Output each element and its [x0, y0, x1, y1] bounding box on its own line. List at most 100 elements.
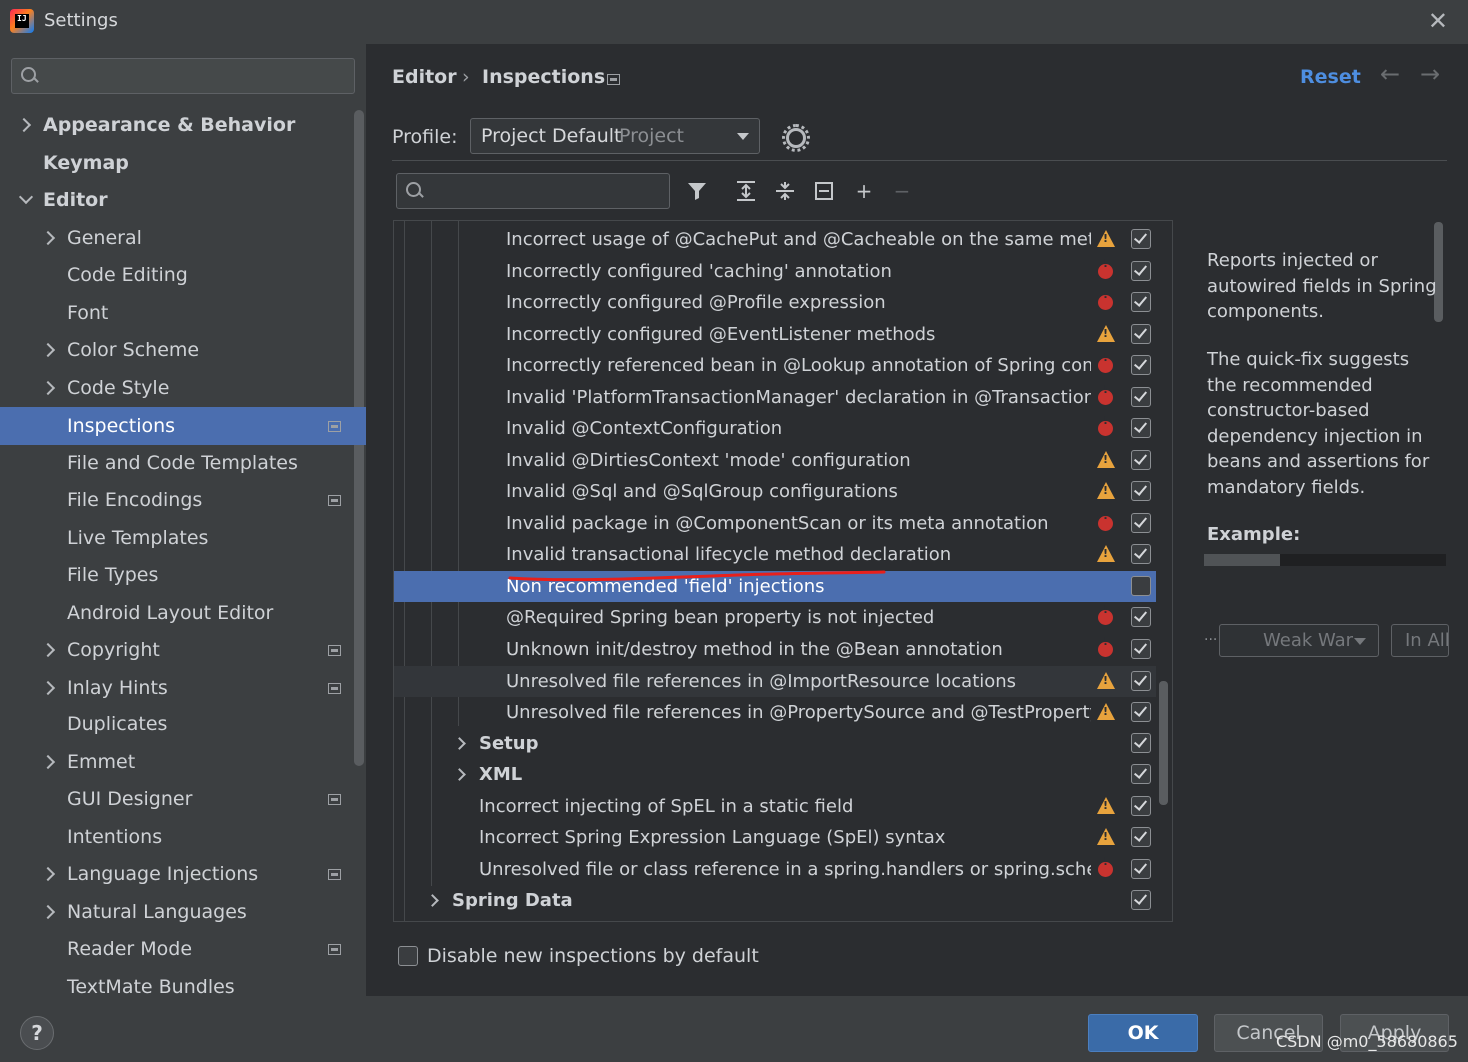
- inspection-group-row[interactable]: Setup: [394, 728, 1156, 759]
- filter-icon[interactable]: [686, 180, 708, 202]
- disable-new-inspections-checkbox[interactable]: [398, 946, 418, 966]
- sidebar-item-file-types[interactable]: File Types: [0, 556, 366, 594]
- sidebar-item-duplicates[interactable]: Duplicates: [0, 705, 366, 743]
- inspection-row[interactable]: Incorrect Spring Expression Language (Sp…: [394, 822, 1156, 853]
- inspection-checkbox[interactable]: [1131, 859, 1151, 879]
- inspection-checkbox[interactable]: [1131, 639, 1151, 659]
- inspection-checkbox[interactable]: [1131, 827, 1151, 847]
- sidebar-item-editor[interactable]: Editor: [0, 181, 366, 219]
- inspection-group-row[interactable]: XML: [394, 759, 1156, 790]
- inspection-checkbox[interactable]: [1131, 607, 1151, 627]
- inspection-row[interactable]: Invalid 'PlatformTransactionManager' dec…: [394, 382, 1156, 413]
- sidebar-item-color-scheme[interactable]: Color Scheme: [0, 331, 366, 369]
- inspection-row[interactable]: Incorrect injecting of SpEL in a static …: [394, 791, 1156, 822]
- inspection-checkbox[interactable]: [1131, 355, 1151, 375]
- forward-arrow-icon[interactable]: →: [1420, 60, 1440, 88]
- inspection-checkbox[interactable]: [1131, 702, 1151, 722]
- inspection-checkbox[interactable]: [1131, 890, 1151, 910]
- sidebar-item-inspections[interactable]: Inspections: [0, 407, 366, 445]
- inspection-row[interactable]: Unresolved file references in @ImportRes…: [394, 666, 1156, 697]
- inspection-checkbox[interactable]: [1131, 261, 1151, 281]
- severity-dropdown[interactable]: Weak War: [1219, 624, 1379, 657]
- sidebar-item-gui-designer[interactable]: GUI Designer: [0, 780, 366, 818]
- collapse-all-icon[interactable]: [774, 180, 796, 202]
- inspection-checkbox[interactable]: [1131, 292, 1151, 312]
- inspection-label: Incorrect usage of @CachePut and @Cachea…: [506, 229, 1091, 250]
- inspections-scrollbar[interactable]: [1159, 681, 1168, 805]
- inspection-row[interactable]: Unknown init/destroy method in the @Bean…: [394, 634, 1156, 665]
- inspection-row[interactable]: Invalid @DirtiesContext 'mode' configura…: [394, 445, 1156, 476]
- chevron-right-icon[interactable]: [453, 737, 466, 750]
- inspection-row[interactable]: @Required Spring bean property is not in…: [394, 602, 1156, 633]
- inspection-row[interactable]: Incorrectly configured @EventListener me…: [394, 319, 1156, 350]
- inspection-row[interactable]: Incorrectly referenced bean in @Lookup a…: [394, 350, 1156, 381]
- inspection-checkbox[interactable]: [1131, 387, 1151, 407]
- inspection-group-row[interactable]: Spring Data: [394, 885, 1156, 916]
- sidebar-item-code-style[interactable]: Code Style: [0, 369, 366, 407]
- inspection-checkbox[interactable]: [1131, 544, 1151, 564]
- reset-to-default-icon[interactable]: [813, 180, 835, 202]
- add-icon[interactable]: +: [853, 180, 875, 202]
- sidebar-item-reader-mode[interactable]: Reader Mode: [0, 930, 366, 968]
- inspection-checkbox[interactable]: [1131, 733, 1151, 753]
- sidebar-item-general[interactable]: General: [0, 219, 366, 257]
- sidebar-search-field[interactable]: [42, 63, 346, 89]
- chevron-right-icon[interactable]: [426, 894, 439, 907]
- sidebar-item-textmate-bundles[interactable]: TextMate Bundles: [0, 968, 366, 996]
- inspection-checkbox[interactable]: [1131, 513, 1151, 533]
- scope-dropdown[interactable]: In All: [1391, 624, 1449, 657]
- expand-all-icon[interactable]: [735, 180, 757, 202]
- inspection-row[interactable]: Invalid @ContextConfiguration: [394, 413, 1156, 444]
- inspection-checkbox[interactable]: [1131, 796, 1151, 816]
- sidebar-item-file-encodings[interactable]: File Encodings: [0, 481, 366, 519]
- sidebar-item-android-layout-editor[interactable]: Android Layout Editor: [0, 594, 366, 632]
- inspection-checkbox[interactable]: [1131, 481, 1151, 501]
- inspection-row[interactable]: Incorrectly configured 'caching' annotat…: [394, 256, 1156, 287]
- example-scrollbar[interactable]: [1204, 554, 1446, 566]
- inspection-checkbox[interactable]: [1131, 764, 1151, 784]
- sidebar-item-intentions[interactable]: Intentions: [0, 818, 366, 856]
- sidebar-item-label: Inspections: [67, 415, 176, 437]
- chevron-right-icon: [40, 866, 56, 882]
- help-icon[interactable]: ?: [20, 1016, 54, 1050]
- close-icon[interactable]: ✕: [1428, 7, 1448, 35]
- inspection-row[interactable]: Unresolved file references in @PropertyS…: [394, 697, 1156, 728]
- sidebar-item-file-code-templates[interactable]: File and Code Templates: [0, 444, 366, 482]
- sidebar-item-appearance-behavior[interactable]: Appearance & Behavior: [0, 106, 366, 144]
- inspection-label: Incorrectly configured 'caching' annotat…: [506, 261, 892, 282]
- sidebar-item-copyright[interactable]: Copyright: [0, 631, 366, 669]
- inspection-row[interactable]: Incorrectly configured @Profile expressi…: [394, 287, 1156, 318]
- sidebar-item-language-injections[interactable]: Language Injections: [0, 855, 366, 893]
- profile-dropdown[interactable]: Project Default Project: [470, 118, 760, 154]
- sidebar-item-inlay-hints[interactable]: Inlay Hints: [0, 669, 366, 707]
- inspection-checkbox[interactable]: [1131, 418, 1151, 438]
- inspections-search-input[interactable]: [396, 173, 670, 209]
- inspection-checkbox[interactable]: [1131, 671, 1151, 691]
- inspection-checkbox[interactable]: [1131, 450, 1151, 470]
- inspection-row[interactable]: Unresolved file or class reference in a …: [394, 854, 1156, 885]
- chevron-right-icon: [40, 680, 56, 696]
- sidebar-item-font[interactable]: Font: [0, 294, 366, 332]
- back-arrow-icon[interactable]: ←: [1380, 60, 1400, 88]
- inspection-label: @Required Spring bean property is not in…: [506, 607, 935, 628]
- reset-link[interactable]: Reset: [1300, 66, 1361, 88]
- inspection-row[interactable]: Invalid package in @ComponentScan or its…: [394, 508, 1156, 539]
- inspection-checkbox[interactable]: [1131, 576, 1151, 596]
- inspection-row[interactable]: Invalid @Sql and @SqlGroup configuration…: [394, 476, 1156, 507]
- sidebar-item-emmet[interactable]: Emmet: [0, 743, 366, 781]
- sidebar-item-code-editing[interactable]: Code Editing: [0, 256, 366, 294]
- inspections-search-field[interactable]: [427, 178, 663, 204]
- inspection-label: Unresolved file or class reference in a …: [479, 859, 1091, 880]
- sidebar-item-keymap[interactable]: Keymap: [0, 144, 366, 182]
- sidebar-item-live-templates[interactable]: Live Templates: [0, 519, 366, 557]
- breadcrumb-editor[interactable]: Editor: [392, 66, 457, 88]
- profile-scope: Project: [619, 125, 685, 147]
- gear-icon[interactable]: [782, 124, 810, 152]
- chevron-right-icon[interactable]: [453, 768, 466, 781]
- sidebar-search-input[interactable]: [11, 58, 355, 94]
- ok-button[interactable]: OK: [1088, 1014, 1198, 1052]
- sidebar-item-natural-languages[interactable]: Natural Languages: [0, 893, 366, 931]
- inspection-checkbox[interactable]: [1131, 324, 1151, 344]
- inspection-row[interactable]: Incorrect usage of @CachePut and @Cachea…: [394, 224, 1156, 255]
- inspection-checkbox[interactable]: [1131, 229, 1151, 249]
